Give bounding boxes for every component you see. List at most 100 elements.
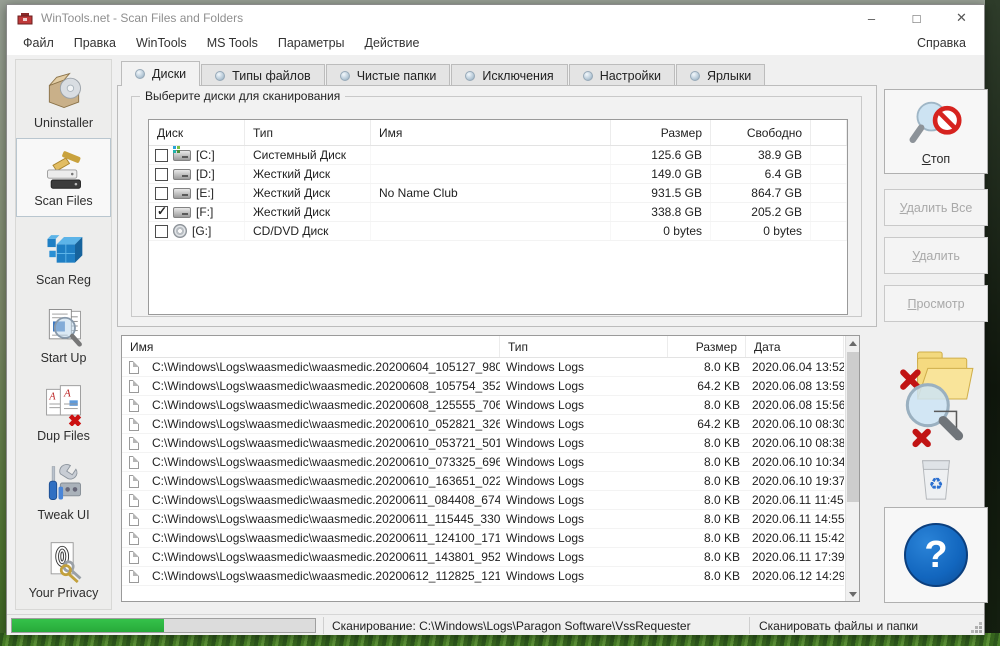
sidebar-item-scan-reg[interactable]: Scan Reg: [16, 217, 111, 295]
col-free[interactable]: Свободно: [711, 120, 811, 145]
menu-help[interactable]: Справка: [905, 33, 978, 53]
file-size: 8.0 KB: [703, 398, 740, 412]
sidebar-item-scan-files[interactable]: Scan Files: [16, 138, 111, 217]
col-disk[interactable]: Диск: [149, 120, 245, 145]
file-icon: [129, 398, 139, 412]
col-file-date[interactable]: Дата: [746, 336, 844, 357]
sidebar: Uninstaller Scan Files Scan Reg Start Up…: [15, 59, 112, 610]
scrollbar-thumb[interactable]: [847, 352, 859, 502]
svg-text:♻: ♻: [929, 476, 944, 494]
col-size[interactable]: Размер: [611, 120, 711, 145]
file-row[interactable]: C:\Windows\Logs\waasmedic\waasmedic.2020…: [122, 358, 844, 377]
status-bar: Сканирование: C:\Windows\Logs\Paragon So…: [7, 614, 984, 635]
svg-text:A: A: [63, 388, 71, 400]
disk-row[interactable]: [E:] Жесткий Диск No Name Club 931.5 GB …: [149, 184, 847, 203]
file-row[interactable]: C:\Windows\Logs\waasmedic\waasmedic.2020…: [122, 510, 844, 529]
tab-circle-icon: [582, 70, 593, 81]
sidebar-item-dup-files[interactable]: A A Dup Files: [16, 374, 111, 452]
file-icon: [129, 436, 139, 450]
sidebar-item-uninstaller[interactable]: Uninstaller: [16, 60, 111, 138]
file-date: 2020.06.10 10:34: [752, 455, 844, 469]
tab-file-types[interactable]: Типы файлов: [201, 64, 325, 86]
file-date: 2020.06.10 08:38: [752, 436, 844, 450]
file-row[interactable]: C:\Windows\Logs\waasmedic\waasmedic.2020…: [122, 453, 844, 472]
vertical-scrollbar[interactable]: [845, 336, 859, 601]
file-row[interactable]: C:\Windows\Logs\waasmedic\waasmedic.2020…: [122, 548, 844, 567]
preview-button[interactable]: Просмотр: [884, 285, 988, 322]
col-file-type[interactable]: Тип: [500, 336, 668, 357]
file-size: 8.0 KB: [703, 474, 740, 488]
help-button[interactable]: ?: [884, 507, 988, 603]
drive-name: [371, 165, 611, 183]
col-file-name[interactable]: Имя: [122, 336, 500, 357]
file-row[interactable]: C:\Windows\Logs\waasmedic\waasmedic.2020…: [122, 472, 844, 491]
start-up-icon: [48, 309, 82, 347]
menu-file[interactable]: Файл: [13, 33, 64, 53]
tab-exclusions[interactable]: Исключения: [451, 64, 568, 86]
disk-row[interactable]: [F:] Жесткий Диск 338.8 GB 205.2 GB: [149, 203, 847, 222]
sidebar-item-tweak-ui[interactable]: Tweak UI: [16, 452, 111, 530]
file-row[interactable]: C:\Windows\Logs\waasmedic\waasmedic.2020…: [122, 491, 844, 510]
file-name: C:\Windows\Logs\waasmedic\waasmedic.2020…: [152, 550, 500, 564]
file-icon: [129, 474, 139, 488]
disk-checkbox[interactable]: [155, 224, 168, 238]
drive-letter: [G:]: [192, 224, 212, 238]
file-size: 8.0 KB: [703, 493, 740, 507]
menu-options[interactable]: Параметры: [268, 33, 355, 53]
sidebar-item-label: Dup Files: [37, 429, 90, 444]
delete-all-button[interactable]: Удалить Все: [884, 189, 988, 226]
folder-search-icon: [900, 351, 974, 448]
your-privacy-icon: [50, 542, 81, 584]
file-icon: [129, 493, 139, 507]
minimize-button[interactable]: –: [849, 5, 894, 31]
file-row[interactable]: C:\Windows\Logs\waasmedic\waasmedic.2020…: [122, 434, 844, 453]
scroll-up-arrow[interactable]: [846, 336, 860, 350]
menu-mstools[interactable]: MS Tools: [197, 33, 268, 53]
tab-empty-folders[interactable]: Чистые папки: [325, 64, 451, 86]
file-row[interactable]: C:\Windows\Logs\waasmedic\waasmedic.2020…: [122, 415, 844, 434]
menu-action[interactable]: Действие: [355, 33, 430, 53]
sidebar-item-your-privacy[interactable]: Your Privacy: [16, 531, 111, 609]
recycle-bin-status: ♻: [884, 453, 988, 503]
disk-row[interactable]: [C:] Системный Диск 125.6 GB 38.9 GB: [149, 145, 847, 165]
tab-shortcuts[interactable]: Ярлыки: [676, 64, 766, 86]
col-type[interactable]: Тип: [245, 120, 371, 145]
file-row[interactable]: C:\Windows\Logs\waasmedic\waasmedic.2020…: [122, 529, 844, 548]
disk-checkbox[interactable]: [155, 167, 168, 181]
app-window: WinTools.net - Scan Files and Folders – …: [6, 4, 988, 635]
disk-row[interactable]: [G:] CD/DVD Диск 0 bytes 0 bytes: [149, 222, 847, 241]
sidebar-item-start-up[interactable]: Start Up: [16, 295, 111, 373]
disk-row[interactable]: [D:] Жесткий Диск 149.0 GB 6.4 GB: [149, 165, 847, 184]
col-file-size[interactable]: Размер: [668, 336, 746, 357]
help-question-icon: ?: [904, 523, 968, 587]
resize-grip[interactable]: [979, 630, 982, 633]
maximize-button[interactable]: □: [894, 5, 939, 31]
stop-button[interactable]: Стоп: [884, 89, 988, 174]
col-name[interactable]: Имя: [371, 120, 611, 145]
disk-checkbox[interactable]: [155, 204, 168, 219]
file-name: C:\Windows\Logs\waasmedic\waasmedic.2020…: [152, 360, 500, 374]
drive-size: 125.6 GB: [611, 146, 711, 164]
file-icon: [129, 569, 139, 583]
file-icon: [129, 550, 139, 564]
file-row[interactable]: C:\Windows\Logs\waasmedic\waasmedic.2020…: [122, 396, 844, 415]
menu-edit[interactable]: Правка: [64, 33, 126, 53]
tab-disks[interactable]: Диски: [121, 61, 201, 86]
drive-letter: [F:]: [196, 205, 214, 219]
disk-checkbox[interactable]: [155, 148, 168, 162]
disk-checkbox[interactable]: [155, 186, 168, 200]
scroll-down-arrow[interactable]: [846, 587, 860, 601]
file-type: Windows Logs: [506, 474, 585, 488]
tab-settings[interactable]: Настройки: [568, 64, 675, 86]
title-bar: WinTools.net - Scan Files and Folders – …: [7, 5, 984, 31]
file-date: 2020.06.12 14:29: [752, 569, 844, 583]
disk-table: Диск Тип Имя Размер Свободно [C:] Систем…: [148, 119, 848, 315]
close-button[interactable]: ✕: [939, 5, 984, 31]
delete-button[interactable]: Удалить: [884, 237, 988, 274]
file-row[interactable]: C:\Windows\Logs\waasmedic\waasmedic.2020…: [122, 377, 844, 396]
file-row[interactable]: C:\Windows\Logs\waasmedic\waasmedic.2020…: [122, 567, 844, 586]
status-mode-text: Сканировать файлы и папки: [759, 619, 919, 633]
progress-fill: [12, 619, 164, 632]
menu-wintools[interactable]: WinTools: [126, 33, 197, 53]
drive-size: 149.0 GB: [611, 165, 711, 183]
